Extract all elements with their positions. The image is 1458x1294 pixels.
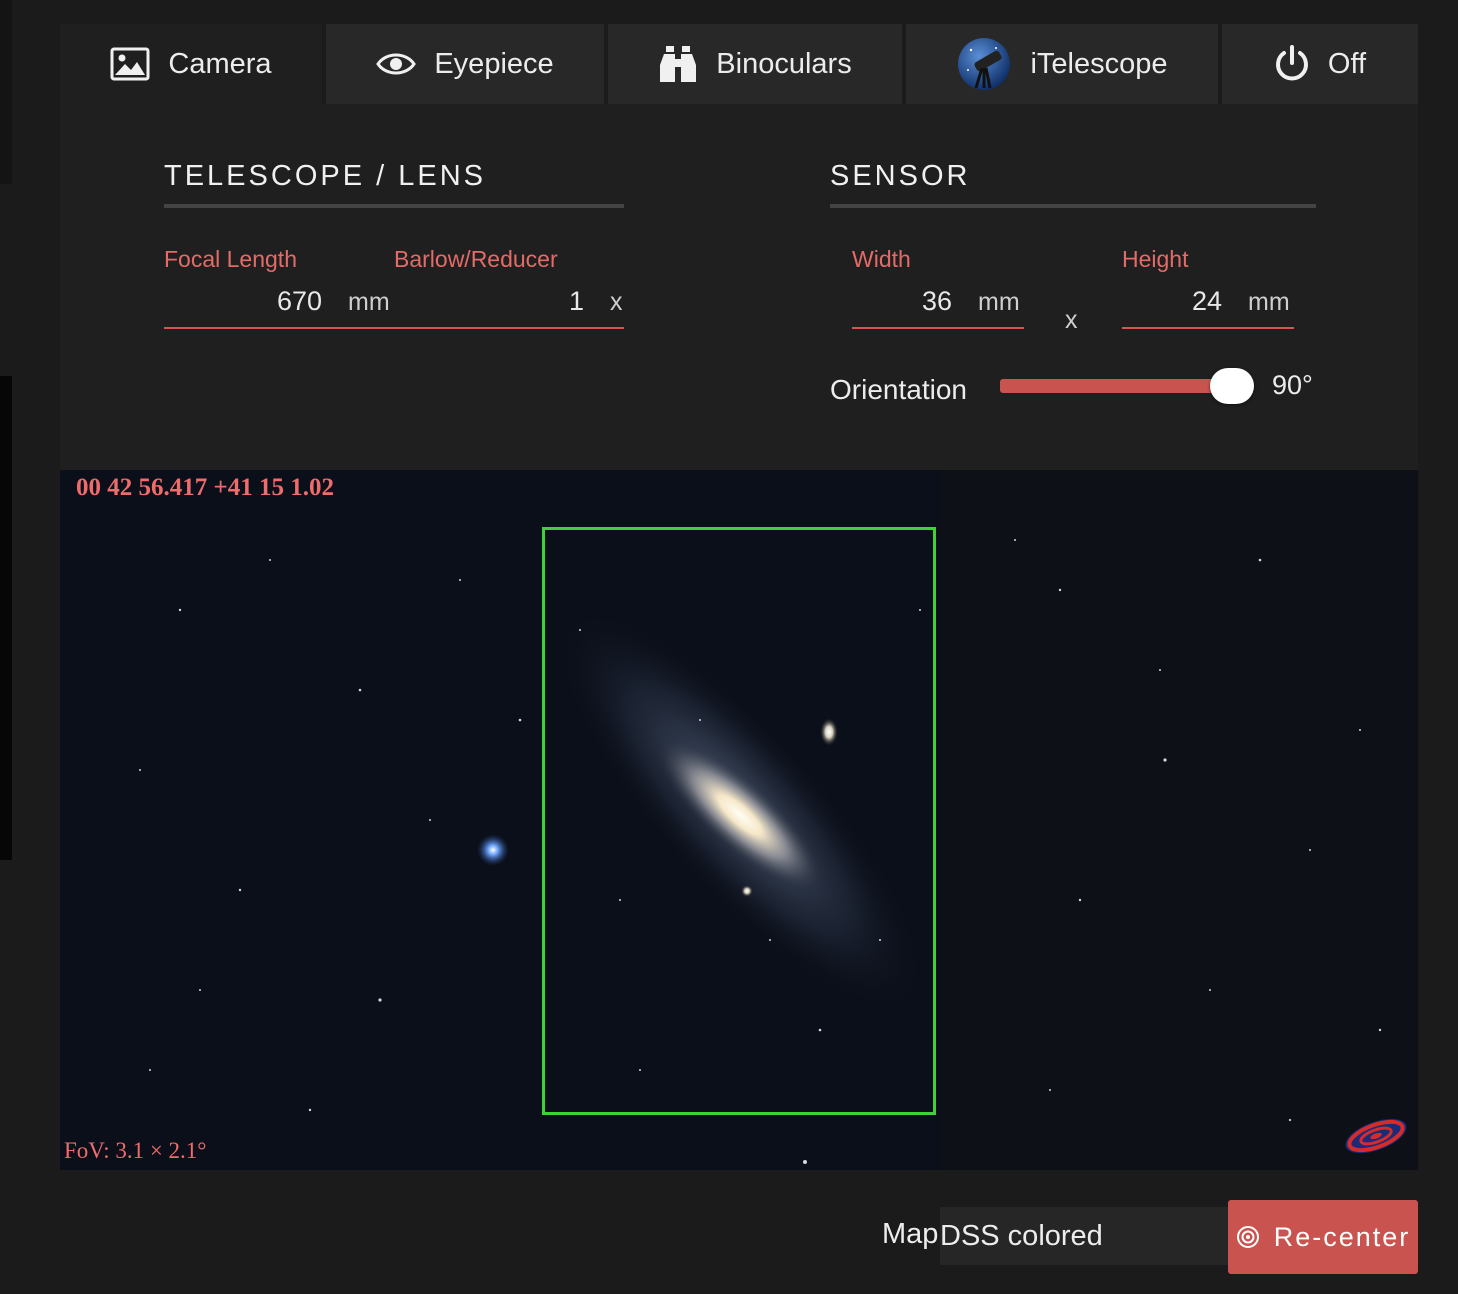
camera-settings-panel: TELESCOPE / LENS Focal Length Barlow/Red… bbox=[60, 104, 1418, 470]
divider bbox=[830, 204, 1316, 208]
left-edge-panel-dark bbox=[0, 376, 12, 860]
tab-label: Camera bbox=[168, 47, 272, 80]
left-edge-panel bbox=[0, 0, 12, 184]
target-icon bbox=[1236, 1225, 1260, 1249]
sensor-width-label: Width bbox=[852, 246, 911, 272]
sensor-height-input[interactable]: 24 bbox=[1122, 286, 1222, 317]
telescope-section-title: TELESCOPE / LENS bbox=[164, 160, 486, 192]
barlow-unit: x bbox=[610, 288, 623, 316]
mode-tabs: Camera Eyepiece Binoculars iTelescope Of… bbox=[60, 24, 1418, 104]
telescope-input-underline bbox=[164, 327, 624, 329]
barlow-label: Barlow/Reducer bbox=[394, 246, 558, 272]
sensor-section-title: SENSOR bbox=[830, 160, 971, 192]
image-icon bbox=[110, 47, 150, 81]
orientation-value: 90° bbox=[1272, 370, 1313, 400]
tab-binoculars[interactable]: Binoculars bbox=[608, 24, 902, 104]
focal-length-unit: mm bbox=[348, 288, 390, 316]
slider-handle[interactable] bbox=[1210, 368, 1254, 404]
sensor-height-unit: mm bbox=[1248, 288, 1290, 316]
map-select[interactable]: DSS colored bbox=[940, 1207, 1230, 1265]
sensor-width-unit: mm bbox=[978, 288, 1020, 316]
slider-track bbox=[1000, 379, 1228, 393]
tab-camera[interactable]: Camera bbox=[60, 24, 322, 104]
orientation-slider[interactable] bbox=[1000, 368, 1256, 404]
camera-fov-frame[interactable] bbox=[542, 527, 936, 1115]
binoculars-icon bbox=[658, 45, 698, 83]
telescope-logo-icon bbox=[956, 36, 1012, 92]
tab-itelescope[interactable]: iTelescope bbox=[906, 24, 1218, 104]
fov-readout: FoV: 3.1 × 2.1° bbox=[64, 1138, 207, 1163]
recenter-label: Re-center bbox=[1273, 1221, 1411, 1252]
power-icon bbox=[1274, 45, 1310, 83]
focal-length-input[interactable]: 670 bbox=[164, 286, 322, 317]
sensor-height-label: Height bbox=[1122, 246, 1189, 272]
tab-eyepiece[interactable]: Eyepiece bbox=[326, 24, 604, 104]
map-label: Map bbox=[882, 1218, 939, 1250]
focal-length-label: Focal Length bbox=[164, 246, 297, 272]
sensor-height-underline bbox=[1122, 327, 1294, 329]
sky-view[interactable]: 00 42 56.417 +41 15 1.02 FoV: 3.1 × 2.1° bbox=[60, 470, 1418, 1170]
tab-label: Binoculars bbox=[716, 47, 852, 80]
tab-off[interactable]: Off bbox=[1222, 24, 1418, 104]
sensor-width-input[interactable]: 36 bbox=[852, 286, 952, 317]
eye-icon bbox=[376, 51, 417, 77]
tab-label: Eyepiece bbox=[434, 47, 554, 80]
dimension-separator: x bbox=[1065, 306, 1078, 334]
divider bbox=[164, 204, 624, 208]
recenter-button[interactable]: Re-center bbox=[1228, 1200, 1418, 1274]
coordinates-readout: 00 42 56.417 +41 15 1.02 bbox=[76, 474, 334, 501]
tab-label: Off bbox=[1327, 47, 1367, 80]
sensor-width-underline bbox=[852, 327, 1024, 329]
barlow-input[interactable]: 1 bbox=[394, 286, 584, 317]
tab-label: iTelescope bbox=[1030, 47, 1168, 80]
map-select-value: DSS colored bbox=[940, 1220, 1103, 1252]
orientation-label: Orientation bbox=[830, 374, 967, 405]
